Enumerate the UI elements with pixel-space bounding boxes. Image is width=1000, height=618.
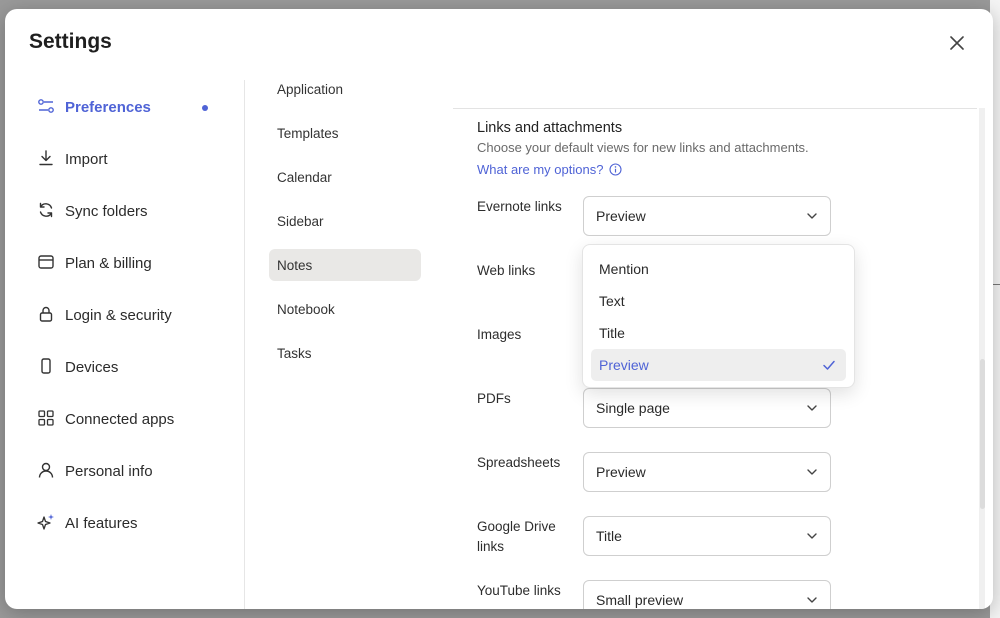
chevron-down-icon [807, 213, 817, 219]
subnav-item-templates[interactable]: Templates [269, 117, 421, 149]
chevron-down-icon [807, 405, 817, 411]
lock-icon [39, 306, 53, 322]
setting-label-images: Images [477, 327, 522, 342]
help-link[interactable]: What are my options? [477, 162, 623, 177]
nav-item-connected-apps[interactable]: Connected apps [19, 393, 239, 445]
setting-label-pdfs: PDFs [477, 391, 511, 406]
option-label: Title [599, 325, 625, 341]
nav-label: Login & security [65, 306, 172, 324]
preferences-subnav: Application Templates Calendar Sidebar N… [269, 73, 421, 381]
subnav-item-sidebar[interactable]: Sidebar [269, 205, 421, 237]
person-icon [38, 462, 54, 478]
nav-item-personal-info[interactable]: Personal info [19, 445, 239, 497]
dropdown-option-text[interactable]: Text [591, 285, 846, 317]
nav-item-ai-features[interactable]: AI features [19, 497, 239, 549]
nav-label: Devices [65, 358, 119, 376]
checkmark-icon [823, 360, 835, 370]
section-title: Links and attachments [477, 120, 623, 136]
select-value: Preview [596, 208, 646, 224]
nav-label: Connected apps [65, 410, 175, 428]
spreadsheets-select[interactable]: Preview [583, 452, 831, 492]
info-icon [609, 163, 623, 176]
apps-grid-icon [38, 410, 54, 426]
setting-label-spreadsheets: Spreadsheets [477, 455, 561, 470]
option-label: Mention [599, 261, 649, 277]
youtube-links-select[interactable]: Small preview [583, 580, 831, 609]
billing-icon [38, 255, 54, 269]
chevron-down-icon [807, 533, 817, 539]
select-value: Single page [596, 400, 670, 416]
dropdown-option-mention[interactable]: Mention [591, 253, 846, 285]
nav-item-import[interactable]: Import [19, 133, 239, 185]
settings-nav: Preferences Import Sync folders Plan & b… [19, 81, 239, 549]
nav-item-preferences[interactable]: Preferences [19, 81, 239, 133]
subnav-item-notes[interactable]: Notes [269, 249, 421, 281]
settings-modal: Settings Preferences Import Sync folders… [5, 9, 993, 609]
phone-icon [41, 358, 51, 374]
nav-label: Import [65, 150, 108, 168]
download-icon [39, 150, 53, 166]
modal-title: Settings [29, 30, 112, 53]
nav-label: AI features [65, 514, 138, 532]
option-label: Preview [599, 357, 649, 373]
section-divider [453, 108, 977, 109]
scrollbar-thumb[interactable] [980, 359, 985, 509]
select-value: Small preview [596, 592, 684, 608]
subnav-item-notebook[interactable]: Notebook [269, 293, 421, 325]
section-description: Choose your default views for new links … [477, 140, 809, 155]
setting-label-google-drive-links: Google Drive links [477, 519, 556, 554]
setting-label-youtube-links: YouTube links [477, 583, 561, 598]
sliders-icon [38, 99, 54, 113]
nav-item-devices[interactable]: Devices [19, 341, 239, 393]
setting-label-evernote-links: Evernote links [477, 199, 562, 214]
nav-item-login-security[interactable]: Login & security [19, 289, 239, 341]
subnav-item-tasks[interactable]: Tasks [269, 337, 421, 369]
nav-label: Plan & billing [65, 254, 152, 272]
google-drive-links-select[interactable]: Title [583, 516, 831, 556]
pdfs-select[interactable]: Single page [583, 388, 831, 428]
option-label: Text [599, 293, 625, 309]
evernote-links-select[interactable]: Preview [583, 196, 831, 236]
select-value: Preview [596, 464, 646, 480]
active-dot [202, 105, 208, 111]
nav-label: Sync folders [65, 202, 148, 220]
subnav-item-application[interactable]: Application [269, 73, 421, 105]
nav-label: Preferences [65, 98, 151, 116]
nav-item-plan-billing[interactable]: Plan & billing [19, 237, 239, 289]
nav-item-sync-folders[interactable]: Sync folders [19, 185, 239, 237]
chevron-down-icon [807, 597, 817, 603]
dropdown-option-title[interactable]: Title [591, 317, 846, 349]
setting-label-web-links: Web links [477, 263, 536, 278]
sync-icon [39, 202, 53, 218]
select-value: Title [596, 528, 622, 544]
subnav-item-calendar[interactable]: Calendar [269, 161, 421, 193]
link-view-dropdown-menu: Mention Text Title Preview [582, 244, 855, 388]
help-link-text: What are my options? [477, 162, 604, 177]
nav-divider [244, 80, 245, 609]
nav-label: Personal info [65, 462, 153, 480]
dropdown-option-preview[interactable]: Preview [591, 349, 846, 381]
chevron-down-icon [807, 469, 817, 475]
sparkle-icon [37, 514, 54, 530]
